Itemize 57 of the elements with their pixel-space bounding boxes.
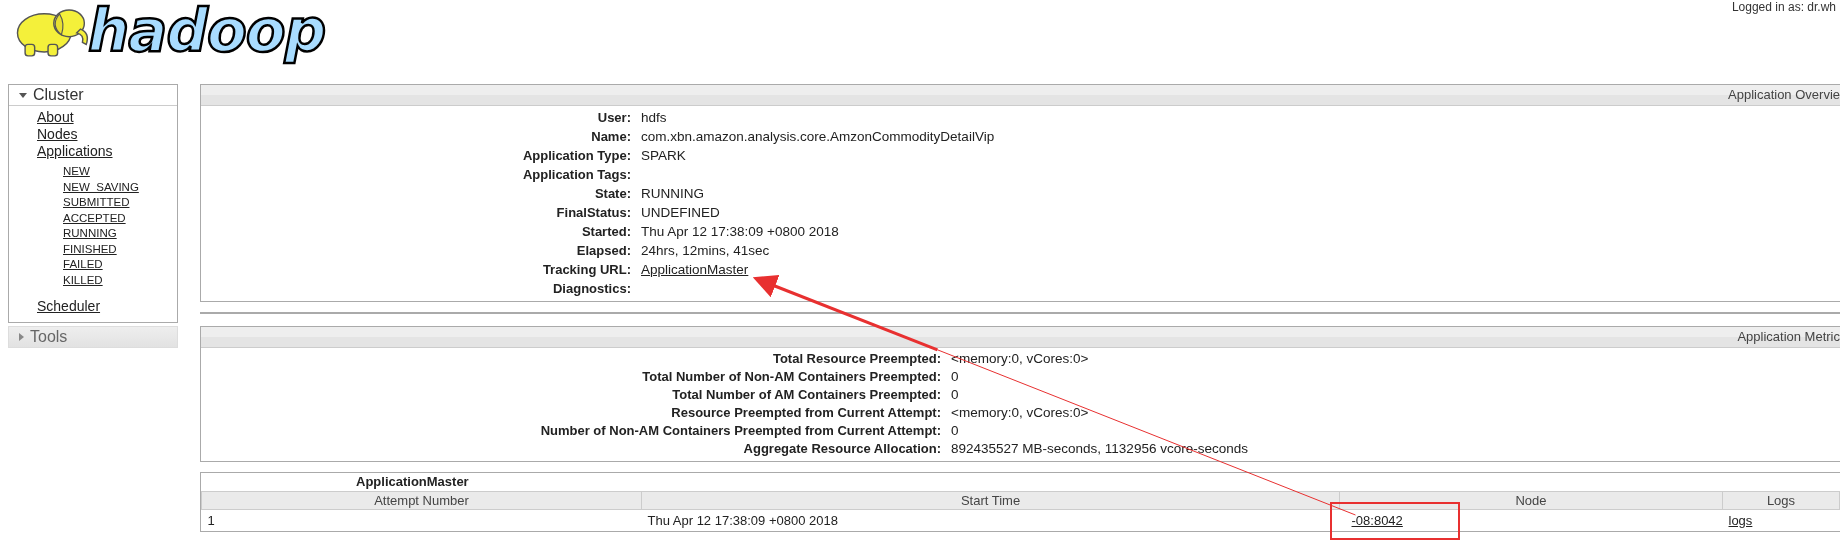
logs-link[interactable]: logs (1728, 513, 1753, 528)
field-value: UNDEFINED (641, 205, 720, 220)
nav-link[interactable]: Applications (37, 143, 113, 160)
logo-text: hadoop (88, 1, 326, 61)
field-label: Aggregate Resource Allocation: (742, 440, 941, 458)
field-value: 24hrs, 12mins, 41sec (641, 243, 770, 258)
section-header[interactable]: Tools (9, 327, 177, 347)
login-status: Logged in as: dr.wh (1731, 0, 1837, 14)
field-label: FinalStatus: (555, 204, 631, 222)
field-label: Application Type: (521, 147, 631, 165)
field-label: Tracking URL: (541, 261, 631, 279)
field-label: Started: (580, 223, 631, 241)
field-label: Resource Preempted from Current Attempt: (670, 404, 941, 422)
field-label: User: (596, 109, 631, 127)
field-label: Name: (590, 128, 631, 146)
field-value: hdfs (641, 110, 667, 125)
nav-link[interactable]: NEW_SAVING (63, 179, 139, 195)
field-label: State: (593, 185, 631, 203)
field-value: 0 (951, 369, 959, 384)
field-value: RUNNING (641, 186, 704, 201)
nav-link[interactable]: Scheduler (37, 298, 101, 315)
field-value: SPARK (641, 148, 686, 163)
tracking-link[interactable]: ApplicationMaster (641, 262, 749, 277)
nav-link[interactable]: FAILED (63, 257, 103, 273)
node-link[interactable]: -08:8042 (1351, 513, 1403, 528)
nav-link[interactable]: Nodes (37, 126, 78, 143)
panel-title: Application Overvie (1728, 87, 1840, 102)
field-value: Thu Apr 12 17:38:09 +0800 2018 (641, 224, 839, 239)
panel-title: Application Metric (1737, 329, 1840, 344)
caret-right-icon (19, 333, 24, 341)
table-cell: 1 (201, 509, 642, 531)
field-value: 0 (951, 423, 959, 438)
section-header[interactable]: Cluster (9, 85, 177, 106)
field-label: Total Number of Non-AM Containers Preempted: (641, 368, 941, 386)
table-cell: Thu Apr 12 17:38:09 +0800 2018 (641, 509, 1340, 531)
field-value: 0 (951, 387, 959, 402)
field-label: Number of Non-AM Containers Preempted from Current Attempt: (539, 422, 941, 440)
table-title: ApplicationMaster (356, 474, 469, 489)
nav-link[interactable]: About (37, 109, 74, 126)
field-label: Diagnostics: (552, 280, 631, 298)
column-header[interactable]: Node (1339, 491, 1723, 510)
field-value: com.xbn.amazon.analysis.core.AmzonCommodityDetailVip (641, 129, 995, 144)
field-value: <memory:0, vCores:0> (951, 405, 1089, 420)
field-label: Elapsed: (575, 242, 631, 260)
nav-link[interactable]: KILLED (63, 272, 103, 288)
nav-link[interactable]: NEW (63, 164, 90, 180)
caret-down-icon (19, 92, 27, 98)
column-header[interactable]: Attempt Number (201, 491, 642, 510)
nav-link[interactable]: SUBMITTED (63, 195, 130, 211)
column-header[interactable]: Logs (1722, 491, 1840, 510)
nav-link[interactable]: ACCEPTED (63, 210, 126, 226)
nav-link[interactable]: FINISHED (63, 241, 117, 257)
field-label: Total Number of AM Containers Preempted: (671, 386, 941, 404)
nav-link[interactable]: RUNNING (63, 226, 117, 242)
field-label: Total Resource Preempted: (771, 350, 941, 368)
column-header[interactable]: Start Time (641, 491, 1340, 510)
field-label: Application Tags: (521, 166, 631, 184)
